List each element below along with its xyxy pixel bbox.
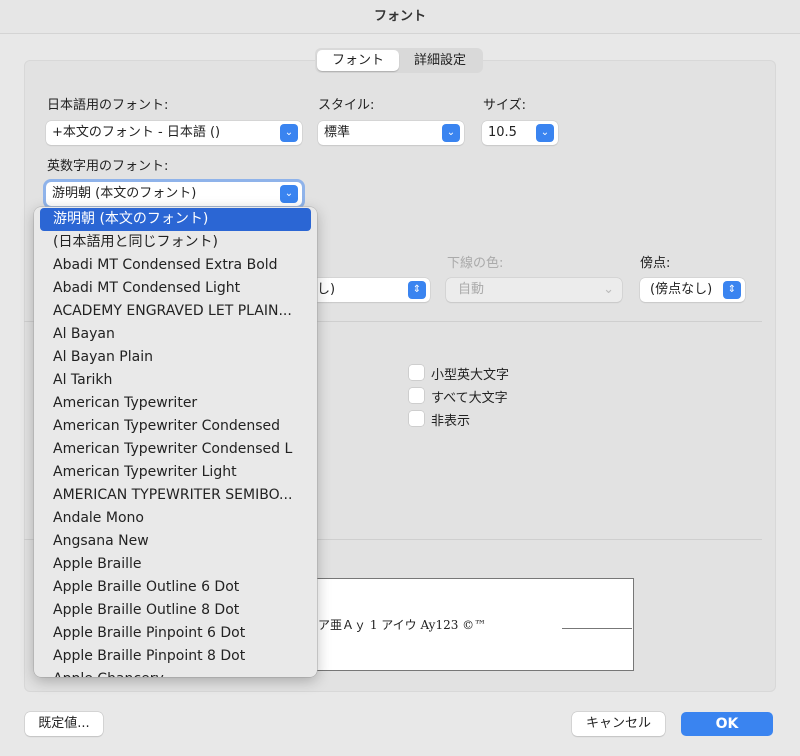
ok-button[interactable]: OK	[681, 712, 773, 736]
font-menu-item[interactable]: Abadi MT Condensed Extra Bold	[40, 254, 311, 277]
font-menu-item[interactable]: American Typewriter Condensed L	[40, 438, 311, 461]
emphasis-label: 傍点:	[640, 256, 671, 271]
emphasis-select[interactable]: (傍点なし) ⇕	[640, 278, 745, 302]
chevron-down-icon: ⌄	[536, 124, 554, 142]
japanese-font-value: +本文のフォント - 日本語 ()	[52, 125, 221, 140]
font-dropdown-menu: 游明朝 (本文のフォント) (日本語用と同じフォント) Abadi MT Conde…	[34, 207, 317, 677]
style-value: 標準	[324, 125, 351, 140]
font-menu-item[interactable]: ACADEMY ENGRAVED LET PLAIN...	[40, 300, 311, 323]
tab-bar: フォント 詳細設定	[315, 48, 483, 73]
japanese-font-label: 日本語用のフォント:	[47, 98, 169, 113]
small-caps-checkbox[interactable]	[409, 365, 424, 380]
style-label: スタイル:	[318, 98, 375, 113]
font-menu-item[interactable]: Al Tarikh	[40, 369, 311, 392]
all-caps-checkbox[interactable]	[409, 388, 424, 403]
hidden-label: 非表示	[431, 414, 471, 429]
style-select[interactable]: 標準 ⌄	[318, 121, 464, 145]
font-menu-item[interactable]: AMERICAN TYPEWRITER SEMIBO...	[40, 484, 311, 507]
font-menu-item[interactable]: Al Bayan Plain	[40, 346, 311, 369]
underline-color-label: 下線の色:	[447, 256, 504, 271]
preview-text: ア亜Ａｙ 1 アイウ Ay123 ©™	[318, 618, 487, 632]
preview-baseline	[562, 628, 632, 629]
all-caps-label: すべて大文字	[431, 391, 508, 406]
font-menu-item[interactable]: 游明朝 (本文のフォント)	[40, 208, 311, 231]
size-label: サイズ:	[483, 98, 526, 113]
up-down-icon: ⇕	[723, 281, 741, 299]
font-menu-item[interactable]: Abadi MT Condensed Light	[40, 277, 311, 300]
font-menu-item[interactable]: Apple Braille Pinpoint 8 Dot	[40, 645, 311, 668]
font-menu-item[interactable]: Andale Mono	[40, 507, 311, 530]
font-menu-item[interactable]: Al Bayan	[40, 323, 311, 346]
chevron-down-icon: ⌄	[280, 185, 298, 203]
underline-value: し)	[317, 282, 336, 297]
window-title: フォント	[0, 0, 800, 34]
hidden-checkbox[interactable]	[409, 411, 424, 426]
japanese-font-select[interactable]: +本文のフォント - 日本語 () ⌄	[46, 121, 302, 145]
font-menu-item[interactable]: American Typewriter Light	[40, 461, 311, 484]
font-menu-item[interactable]: Apple Braille Outline 8 Dot	[40, 599, 311, 622]
latin-font-value: 游明朝 (本文のフォント)	[52, 186, 197, 201]
font-menu-item[interactable]: Angsana New	[40, 530, 311, 553]
emphasis-value: (傍点なし)	[650, 282, 713, 297]
chevron-down-icon: ⌄	[603, 282, 614, 297]
latin-font-label: 英数字用のフォント:	[47, 159, 169, 174]
small-caps-label: 小型英大文字	[431, 368, 510, 383]
chevron-down-icon: ⌄	[442, 124, 460, 142]
underline-color-value: 自動	[458, 282, 485, 297]
font-menu-item[interactable]: Apple Braille	[40, 553, 311, 576]
cancel-button[interactable]: キャンセル	[572, 712, 665, 736]
tab-advanced[interactable]: 詳細設定	[399, 50, 481, 71]
chevron-down-icon: ⌄	[280, 124, 298, 142]
font-menu-item[interactable]: Apple Braille Pinpoint 6 Dot	[40, 622, 311, 645]
size-select[interactable]: 10.5 ⌄	[482, 121, 558, 145]
tab-font[interactable]: フォント	[317, 50, 399, 71]
font-menu-item[interactable]: American Typewriter Condensed	[40, 415, 311, 438]
font-menu-item[interactable]: Apple Braille Outline 6 Dot	[40, 576, 311, 599]
font-menu-item[interactable]: American Typewriter	[40, 392, 311, 415]
default-button[interactable]: 既定値...	[25, 712, 103, 736]
font-menu-item[interactable]: (日本語用と同じフォント)	[40, 231, 311, 254]
underline-color-select: 自動 ⌄	[446, 278, 622, 302]
latin-font-select[interactable]: 游明朝 (本文のフォント) ⌄	[46, 182, 302, 206]
up-down-icon: ⇕	[408, 281, 426, 299]
font-menu-item[interactable]: Apple Chancery	[40, 668, 311, 677]
size-value: 10.5	[488, 125, 517, 140]
